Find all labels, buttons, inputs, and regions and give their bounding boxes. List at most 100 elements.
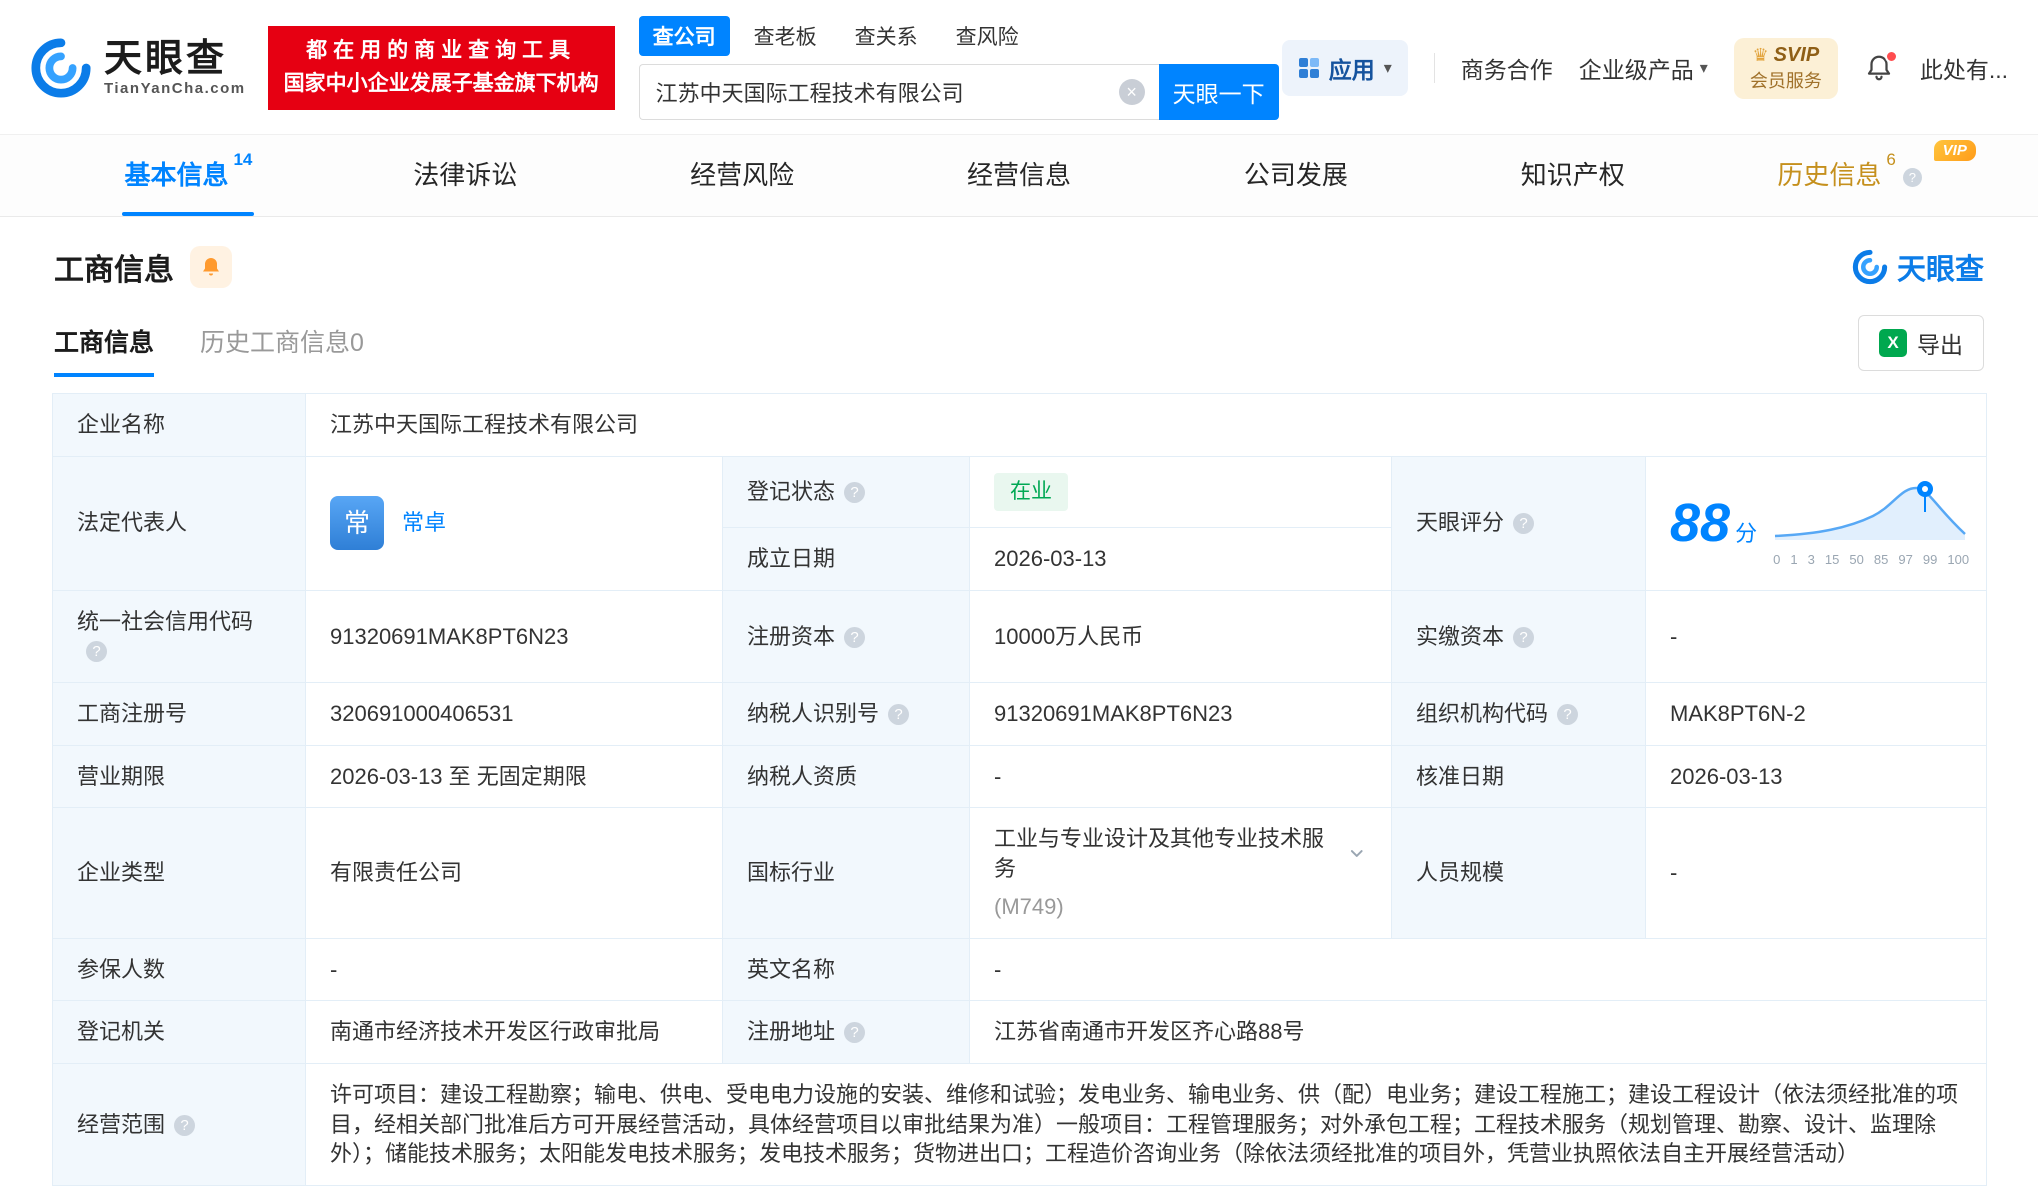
field-label-text: 统一社会信用代码 (77, 608, 254, 634)
subtab-history-business-info[interactable]: 历史工商信息0 (200, 323, 364, 377)
help-icon[interactable]: ? (1513, 513, 1535, 535)
address-value: 江苏省南通市开发区齐心路88号 (968, 1000, 1988, 1064)
tab-label: 公司发展 (1243, 160, 1348, 190)
score-cell[interactable]: 88 分 0 1 3 15 50 85 97 99 100 (1644, 455, 1988, 591)
insured-value: - (305, 937, 723, 1002)
tianyancha-logo[interactable]: 天眼查 TianYanCha.com (30, 37, 246, 99)
search-tab-risk[interactable]: 查风险 (942, 16, 1033, 56)
tianyancha-watermark: 天眼查 (1852, 246, 1984, 288)
field-label-text: 注册地址 (747, 1019, 836, 1045)
tab-legal-proceedings[interactable]: 法律诉讼 (327, 135, 604, 216)
svip-top: ♛ SVIP (1750, 44, 1822, 67)
chevron-down-icon[interactable] (1347, 844, 1367, 864)
help-icon[interactable]: ? (888, 704, 910, 726)
help-icon[interactable]: ? (174, 1114, 196, 1136)
field-label-text: 实缴资本 (1416, 623, 1505, 649)
tab-history-info[interactable]: VIP 历史信息6? (1711, 135, 1988, 216)
field-label-approve-date: 核准日期 (1391, 744, 1646, 809)
table-row: 参保人数 - 英文名称 - (52, 937, 1988, 1002)
clear-icon[interactable]: × (1118, 79, 1145, 105)
help-icon[interactable]: ? (844, 626, 866, 648)
axis-tick: 99 (1922, 552, 1938, 568)
table-row: 登记机关 南通市经济技术开发区行政审批局 注册地址? 江苏省南通市开发区齐心路8… (52, 1000, 1988, 1064)
search-tab-boss[interactable]: 查老板 (740, 16, 831, 56)
main-tab-bar: 基本信息14 法律诉讼 经营风险 经营信息 公司发展 知识产权 VIP 历史信息… (0, 135, 2038, 217)
watermark-text: 天眼查 (1896, 254, 1984, 286)
subtab-business-info[interactable]: 工商信息 (54, 323, 155, 377)
tab-label: 经营风险 (690, 160, 795, 190)
vip-badge: VIP (1933, 140, 1976, 161)
help-icon[interactable]: ? (86, 641, 107, 663)
caret-down-icon: ▾ (1383, 60, 1392, 77)
tab-basic-info[interactable]: 基本信息14 (50, 135, 327, 216)
search-input[interactable] (639, 79, 1159, 105)
tab-label: 基本信息 (124, 160, 229, 190)
axis-tick: 3 (1807, 552, 1815, 568)
field-label-legal-rep: 法定代表人 (52, 455, 306, 591)
tab-label: 知识产权 (1520, 160, 1625, 190)
section-head: 工商信息 天眼查 (0, 217, 2038, 289)
tab-label: 经营信息 (967, 160, 1072, 190)
score-widget[interactable]: 88 分 0 1 3 15 50 85 97 99 100 (1670, 478, 1969, 569)
taxpayer-id-value: 91320691MAK8PT6N23 (969, 682, 1392, 746)
apps-dropdown[interactable]: 应用 ▾ (1281, 40, 1408, 96)
enterprise-label: 企业级产品 (1578, 57, 1694, 83)
tab-company-development[interactable]: 公司发展 (1157, 135, 1434, 216)
enterprise-link[interactable]: 企业级产品 ▾ (1579, 51, 1708, 85)
help-icon[interactable]: ? (1513, 626, 1535, 648)
table-row: 工商注册号 320691000406531 纳税人识别号? 91320691MA… (52, 682, 1988, 746)
field-label-reg-capital: 注册资本? (722, 589, 970, 684)
field-label-text: 登记状态 (747, 479, 836, 505)
search-tab-relation[interactable]: 查关系 (841, 16, 932, 56)
subtab-row: 工商信息 历史工商信息0 X 导出 (0, 289, 2038, 377)
industry-value: 工业与专业设计及其他专业技术服务 (994, 826, 1325, 882)
legal-rep-cell: 常 常卓 (305, 455, 723, 591)
svip-sublabel: 会员服务 (1749, 70, 1822, 91)
search-button[interactable]: 天眼一下 (1158, 64, 1279, 120)
svip-badge[interactable]: ♛ SVIP 会员服务 (1733, 37, 1838, 99)
tab-count: 6 (1886, 150, 1896, 170)
export-button[interactable]: X 导出 (1858, 315, 1984, 371)
table-row: 法定代表人 常 常卓 登记状态? 在业 天眼评分? 88 分 0 1 3 15 … (52, 455, 1988, 591)
legal-rep-avatar[interactable]: 常 (330, 496, 384, 551)
help-icon[interactable]: ? (1902, 168, 1922, 187)
industry-value-row[interactable]: 工业与专业设计及其他专业技术服务 (994, 824, 1367, 883)
term-value: 2026-03-13 至 无固定期限 (305, 744, 723, 809)
help-icon[interactable]: ? (844, 1022, 866, 1044)
apps-label: 应用 (1328, 57, 1375, 83)
table-row: 经营范围? 许可项目：建设工程勘察；输电、供电、受电电力设施的安装、维修和试验；… (52, 1062, 1988, 1186)
promo-banner[interactable]: 都在用的商业查询工具 国家中小企业发展子基金旗下机构 (267, 26, 615, 110)
legal-rep-link[interactable]: 常卓 (402, 508, 446, 538)
promo-line-1: 都在用的商业查询工具 (306, 39, 577, 63)
caret-down-icon: ▾ (1699, 60, 1708, 77)
divider (1433, 53, 1435, 83)
search-tabs: 查公司 查老板 查关系 查风险 (638, 16, 1279, 56)
help-icon[interactable]: ? (844, 482, 866, 504)
field-label-insured: 参保人数 (52, 937, 306, 1002)
bell-icon (203, 258, 219, 276)
field-label-term: 营业期限 (52, 744, 306, 809)
axis-tick: 50 (1849, 552, 1864, 568)
field-label-address: 注册地址? (722, 1000, 970, 1064)
field-label-text: 组织机构代码 (1416, 701, 1549, 727)
logo-cn: 天眼查 (104, 37, 228, 80)
tab-intellectual-property[interactable]: 知识产权 (1434, 135, 1711, 216)
org-code-value: MAK8PT6N-2 (1644, 682, 1988, 746)
search-tab-company[interactable]: 查公司 (638, 16, 730, 56)
more-link[interactable]: 此处有... (1920, 51, 2008, 85)
company-name-value: 江苏中天国际工程技术有限公司 (304, 393, 1988, 457)
axis-tick: 1 (1790, 552, 1798, 568)
cooperation-link[interactable]: 商务合作 (1461, 51, 1553, 85)
field-label-paid-capital: 实缴资本? (1391, 589, 1646, 684)
tab-operating-risk[interactable]: 经营风险 (604, 135, 881, 216)
industry-cell: 工业与专业设计及其他专业技术服务 (M749) (969, 807, 1392, 939)
notification-bell-icon[interactable] (1864, 50, 1898, 83)
axis-tick: 97 (1898, 552, 1913, 568)
monitor-bell-icon[interactable] (190, 246, 232, 288)
field-label-text: 注册资本 (747, 623, 836, 649)
reg-capital-value: 10000万人民币 (969, 589, 1392, 684)
search-row: × 天眼一下 (638, 64, 1279, 120)
help-icon[interactable]: ? (1557, 704, 1579, 726)
field-label-company-name: 企业名称 (52, 393, 306, 457)
tab-operating-info[interactable]: 经营信息 (881, 135, 1158, 216)
